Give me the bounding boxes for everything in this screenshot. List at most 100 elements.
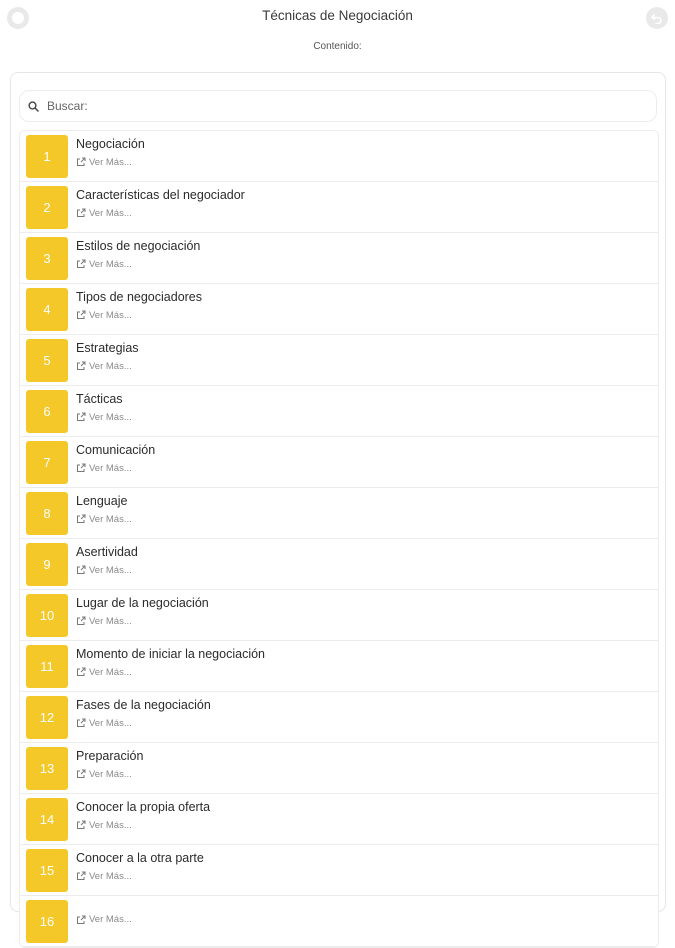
see-more-link[interactable]: Ver Más... — [76, 616, 209, 627]
item-number-badge: 4 — [26, 287, 68, 331]
see-more-link[interactable]: Ver Más... — [76, 259, 200, 270]
see-more-link[interactable]: Ver Más... — [76, 310, 202, 321]
item-texts: Asertividad Ver Más... — [76, 545, 138, 576]
list-item[interactable]: 11 Momento de iniciar la negociación Ver M… — [20, 641, 658, 692]
item-title: Preparación — [76, 748, 144, 763]
item-number-badge: 16 — [26, 899, 68, 943]
item-number-badge: 10 — [26, 593, 68, 637]
item-texts: Conocer la propia oferta Ver Más... — [76, 800, 210, 831]
item-number-badge: 13 — [26, 746, 68, 790]
see-more-link[interactable]: Ver Más... — [76, 667, 265, 678]
item-title: Lugar de la negociación — [76, 595, 209, 610]
item-title: Características del negociador — [76, 187, 245, 202]
item-number-badge: 12 — [26, 695, 68, 739]
item-number-badge: 2 — [26, 185, 68, 229]
item-texts: Fases de la negociación Ver Más... — [76, 698, 211, 729]
list-item[interactable]: 5 Estrategias Ver Más... — [20, 335, 658, 386]
content-list: 1 Negociación Ver Más... 2 Características d… — [19, 130, 659, 948]
see-more-link[interactable]: Ver Más... — [76, 361, 139, 372]
item-title: Momento de iniciar la negociación — [76, 646, 265, 661]
item-number-badge: 11 — [26, 644, 68, 688]
see-more-link[interactable]: Ver Más... — [76, 718, 211, 729]
see-more-link[interactable]: Ver Más... — [76, 463, 155, 474]
list-item[interactable]: 12 Fases de la negociación Ver Más... — [20, 692, 658, 743]
see-more-label: Ver Más... — [89, 258, 132, 270]
item-texts: Preparación Ver Más... — [76, 749, 143, 780]
item-texts: Lenguaje Ver Más... — [76, 494, 132, 525]
see-more-label: Ver Más... — [89, 768, 132, 780]
item-number-badge: 7 — [26, 440, 68, 484]
item-title: Negociación — [76, 136, 145, 151]
see-more-label: Ver Más... — [89, 360, 132, 372]
list-item[interactable]: 4 Tipos de negociadores Ver Más... — [20, 284, 658, 335]
item-title: Tácticas — [76, 391, 123, 406]
external-link-icon — [77, 157, 86, 166]
external-link-icon — [77, 820, 86, 829]
see-more-label: Ver Más... — [89, 207, 132, 219]
item-texts: Momento de iniciar la negociación Ver Más… — [76, 647, 265, 678]
list-item[interactable]: 6 Tácticas Ver Más... — [20, 386, 658, 437]
item-title: Estrategias — [76, 340, 139, 355]
item-title: Conocer la propia oferta — [76, 799, 211, 814]
item-title: Tipos de negociadores — [76, 289, 203, 304]
see-more-link[interactable]: Ver Más... — [76, 565, 138, 576]
item-texts: Tipos de negociadores Ver Más... — [76, 290, 202, 321]
list-item[interactable]: 8 Lenguaje Ver Más... — [20, 488, 658, 539]
external-link-icon — [77, 514, 86, 523]
see-more-link[interactable]: Ver Más... — [76, 157, 145, 168]
external-link-icon — [77, 718, 86, 727]
item-number-badge: 6 — [26, 389, 68, 433]
external-link-icon — [77, 310, 86, 319]
item-texts: Lugar de la negociación Ver Más... — [76, 596, 209, 627]
see-more-label: Ver Más... — [89, 666, 132, 678]
back-button[interactable] — [646, 7, 668, 29]
see-more-label: Ver Más... — [89, 615, 132, 627]
see-more-link[interactable]: Ver Más... — [76, 820, 210, 831]
external-link-icon — [77, 769, 86, 778]
content-panel: 1 Negociación Ver Más... 2 Características d… — [10, 72, 666, 948]
list-item[interactable]: 3 Estilos de negociación Ver Más... — [20, 233, 658, 284]
item-number-badge: 8 — [26, 491, 68, 535]
content-subtitle: Contenido: — [313, 41, 362, 52]
external-link-icon — [77, 915, 86, 924]
search-input[interactable] — [47, 99, 607, 113]
list-item[interactable]: 14 Conocer la propia oferta Ver Más... — [20, 794, 658, 845]
list-item[interactable]: 1 Negociación Ver Más... — [20, 131, 658, 182]
list-item[interactable]: 2 Características del negociador Ver Más..… — [20, 182, 658, 233]
see-more-label: Ver Más... — [89, 513, 132, 525]
see-more-link[interactable]: Ver Más... — [76, 514, 132, 525]
see-more-label: Ver Más... — [89, 717, 132, 729]
list-item[interactable]: 9 Asertividad Ver Más... — [20, 539, 658, 590]
see-more-link[interactable]: Ver Más... — [76, 769, 143, 780]
external-link-icon — [77, 871, 86, 880]
list-item[interactable]: 15 Conocer a la otra parte Ver Más... — [20, 845, 658, 896]
item-texts: Comunicación Ver Más... — [76, 443, 155, 474]
see-more-label: Ver Más... — [89, 914, 132, 925]
item-number-badge: 14 — [26, 797, 68, 841]
external-link-icon — [77, 565, 86, 574]
external-link-icon — [77, 412, 86, 421]
item-texts: Ver Más... — [76, 914, 132, 925]
search-bar[interactable] — [19, 90, 657, 122]
see-more-link[interactable]: Ver Más... — [76, 412, 132, 423]
see-more-label: Ver Más... — [89, 462, 132, 474]
list-item[interactable]: 16 Ver Más... — [20, 896, 658, 947]
list-item[interactable]: 10 Lugar de la negociación Ver Más... — [20, 590, 658, 641]
list-item[interactable]: 13 Preparación Ver Más... — [20, 743, 658, 794]
item-number-badge: 3 — [26, 236, 68, 280]
see-more-label: Ver Más... — [89, 564, 132, 576]
item-title: Comunicación — [76, 442, 156, 457]
page-title: Técnicas de Negociación — [262, 8, 413, 23]
external-link-icon — [77, 616, 86, 625]
see-more-link[interactable]: Ver Más... — [76, 914, 132, 925]
item-title: Estilos de negociación — [76, 238, 201, 253]
external-link-icon — [77, 208, 86, 217]
item-number-badge: 15 — [26, 848, 68, 892]
item-title: Asertividad — [76, 544, 138, 559]
item-title: Lenguaje — [76, 493, 128, 508]
list-item[interactable]: 7 Comunicación Ver Más... — [20, 437, 658, 488]
item-title: Conocer a la otra parte — [76, 850, 204, 865]
see-more-link[interactable]: Ver Más... — [76, 871, 204, 882]
item-number-badge: 5 — [26, 338, 68, 382]
see-more-link[interactable]: Ver Más... — [76, 208, 245, 219]
